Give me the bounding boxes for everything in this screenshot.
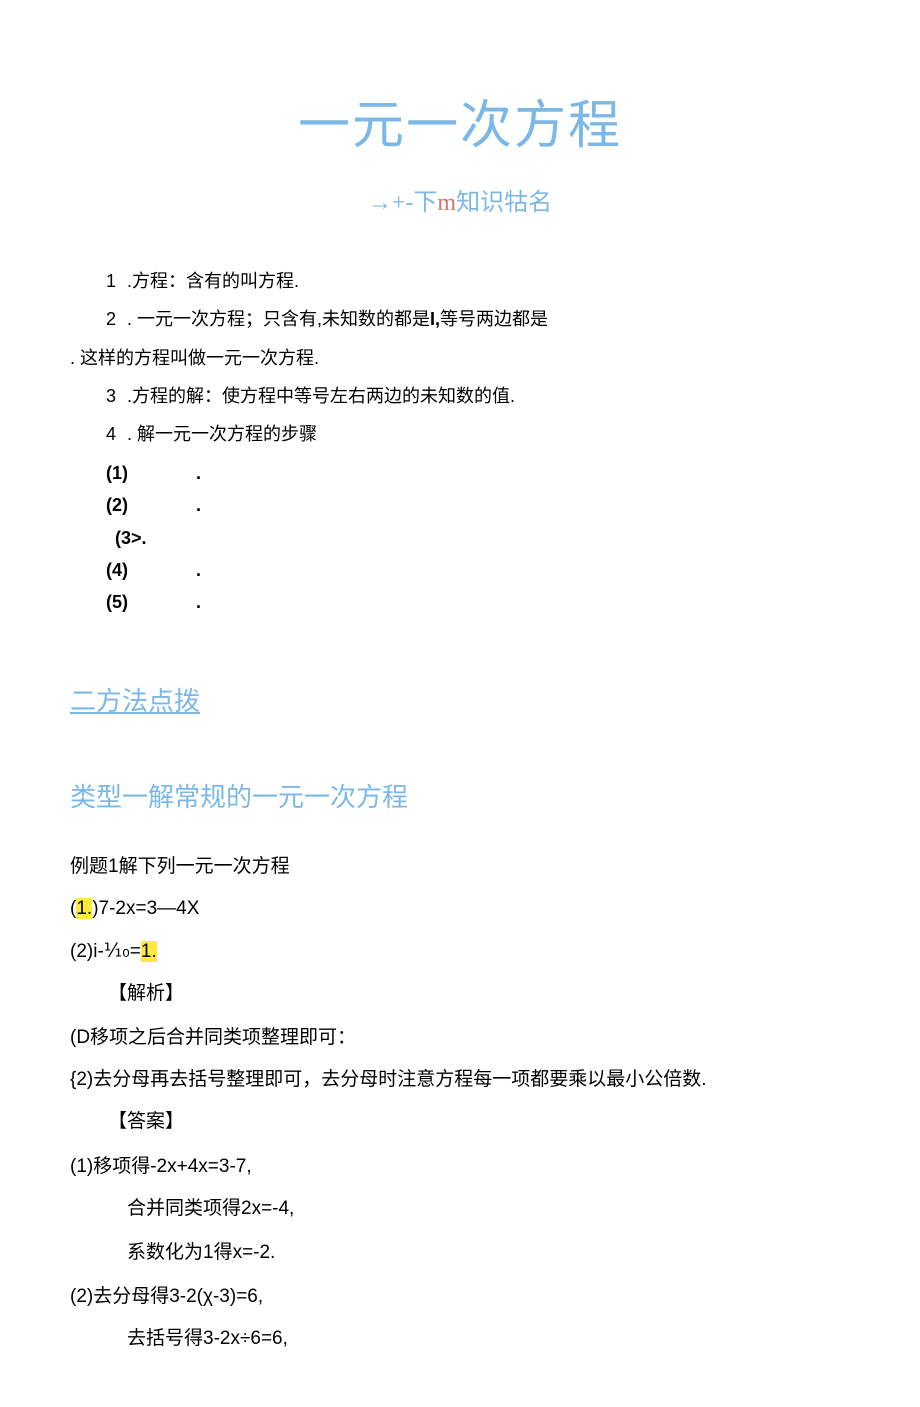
page-subtitle: →+-下m知识牯名: [70, 182, 850, 225]
example-intro: 例题1解下列一元一次方程: [70, 850, 850, 884]
subtitle-m: m: [437, 190, 456, 216]
equation-2: (2)i-⅒=1.: [70, 935, 850, 969]
eq2-a: (2)i-⅒=: [70, 941, 141, 962]
definition-4: 4 . 解一元一次方程的步骤: [70, 418, 850, 450]
num-4: 4: [106, 424, 116, 444]
eq1-highlight: 1.: [76, 898, 92, 919]
solution-2b: 去括号得3-2x÷6=6,: [70, 1322, 850, 1356]
solution-1a: (1)移项得-2x+4x=3-7,: [70, 1150, 850, 1184]
step-2-dot: .: [196, 495, 201, 515]
text-3: .方程的解：使方程中等号左右两边的未知数的值.: [122, 386, 515, 406]
analysis-1: (D移项之后合并同类项整理即可：: [70, 1021, 850, 1055]
equation-1: (1.)7-2x=3—4X: [70, 892, 850, 926]
text-2b: 等号两边都是: [440, 309, 548, 329]
definition-1: 1 .方程：含有的叫方程.: [70, 265, 850, 297]
step-2: (2).: [70, 489, 850, 521]
num-1: 1: [106, 271, 116, 291]
text-4: . 解一元一次方程的步骤: [122, 424, 317, 444]
solution-1c: 系数化为1得x=-2.: [70, 1236, 850, 1270]
analysis-label: 【解析】: [70, 977, 850, 1011]
definition-2: 2 . 一元一次方程；只含有,未知数的都是I,等号两边都是: [70, 303, 850, 335]
num-2: 2: [106, 309, 116, 329]
type-1-heading: 类型一解常规的一元一次方程: [70, 775, 850, 822]
subtitle-suffix: 知识牯名: [456, 190, 552, 216]
step-3: (3>.: [70, 522, 850, 554]
step-4-num: (4): [106, 554, 196, 586]
step-4: (4).: [70, 554, 850, 586]
eq1-rest: )7-2x=3—4X: [92, 898, 199, 919]
step-5: (5).: [70, 586, 850, 618]
text-1: .方程：含有的叫方程.: [122, 271, 299, 291]
solution-1b: 合并同类项得2x=-4,: [70, 1192, 850, 1226]
step-5-dot: .: [196, 592, 201, 612]
page-title: 一元一次方程: [70, 80, 850, 174]
text-2a: . 一元一次方程；只含有,未知数的都是: [122, 309, 430, 329]
text-2-bold: I,: [430, 309, 440, 329]
num-3: 3: [106, 386, 116, 406]
step-1: (1).: [70, 457, 850, 489]
definition-2-cont: . 这样的方程叫做一元一次方程.: [70, 342, 850, 374]
step-3-num: (3>.: [115, 528, 147, 548]
answer-label: 【答案】: [70, 1105, 850, 1139]
solution-2a: (2)去分母得3-2(χ-3)=6,: [70, 1280, 850, 1314]
step-4-dot: .: [196, 560, 201, 580]
eq2-highlight: 1.: [141, 941, 157, 962]
definition-3: 3 .方程的解：使方程中等号左右两边的未知数的值.: [70, 380, 850, 412]
subtitle-prefix: →+-下: [368, 190, 438, 216]
analysis-2: {2)去分母再去括号整理即可，去分母时注意方程每一项都要乘以最小公倍数.: [70, 1063, 850, 1097]
step-5-num: (5): [106, 586, 196, 618]
section-2-heading: 二方法点拨: [70, 679, 850, 726]
step-2-num: (2): [106, 489, 196, 521]
step-1-dot: .: [196, 463, 201, 483]
step-1-num: (1): [106, 457, 196, 489]
